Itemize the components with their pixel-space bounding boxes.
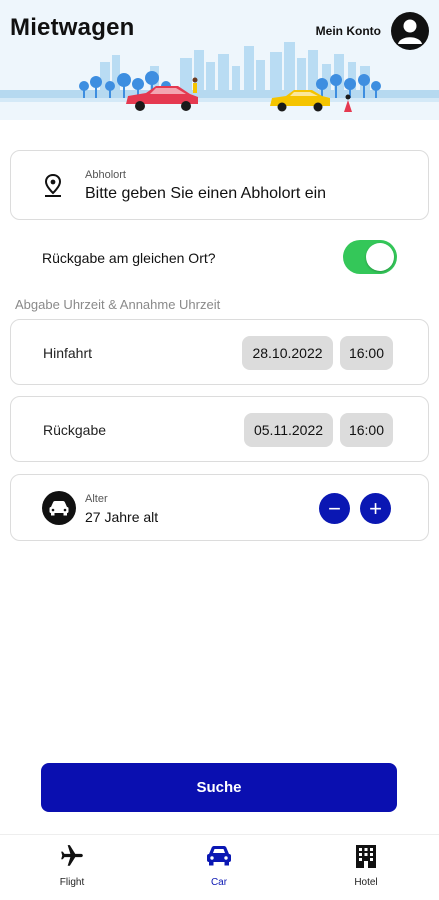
increase-age-button[interactable]: + [360,493,391,524]
account-label: Mein Konto [315,24,381,38]
same-place-toggle[interactable] [343,240,397,274]
page-title: Mietwagen [8,14,135,42]
return-label: Rückgabe [43,422,107,438]
avatar [391,12,429,50]
account-button[interactable]: Mein Konto [316,12,429,50]
airplane-icon [27,841,117,871]
nav-item-hotel[interactable]: Hotel [321,841,411,888]
age-value: 27 Jahre alt [85,509,159,525]
decrease-age-button[interactable]: − [319,493,350,524]
nav-label-flight: Flight [59,877,85,888]
departure-label: Hinfahrt [43,345,93,361]
toggle-knob [366,243,394,271]
age-label: Alter [85,493,108,505]
car-icon [174,841,264,871]
app-header: Mietwagen Mein Konto [0,0,439,120]
hotel-icon [321,841,411,871]
nav-item-flight[interactable]: Flight [27,841,117,888]
nav-label-hotel: Hotel [354,877,378,888]
nav-label-car: Car [210,877,228,888]
pickup-label: Abholort [85,169,126,181]
schedule-section-label: Abgabe Uhrzeit & Annahme Uhrzeit [15,297,221,312]
pickup-location-field[interactable]: Abholort Bitte geben Sie einen Abholort … [10,150,429,220]
car-front-icon [42,491,76,525]
nav-item-car[interactable]: Car [174,841,264,888]
pickup-placeholder: Bitte geben Sie einen Abholort ein [85,185,327,202]
bottom-navigation: Flight Car Hotel [0,834,439,900]
return-date-chip[interactable]: 05.11.2022 [244,413,333,447]
departure-time-chip[interactable]: 16:00 [340,336,393,370]
return-time-chip[interactable]: 16:00 [340,413,393,447]
same-place-label: Rückgabe am gleichen Ort? [42,250,216,266]
page-title-text: Mietwagen [10,14,135,41]
departure-date-chip[interactable]: 28.10.2022 [242,336,333,370]
user-icon [398,19,422,44]
return-row: Rückgabe 05.11.2022 16:00 [10,396,429,462]
search-button[interactable]: Suche [41,763,397,812]
plus-icon: + [369,495,382,521]
location-pin-icon [44,173,62,197]
departure-row: Hinfahrt 28.10.2022 16:00 [10,319,429,385]
driver-age-row: Alter 27 Jahre alt − + [10,474,429,541]
minus-icon: − [328,495,341,521]
